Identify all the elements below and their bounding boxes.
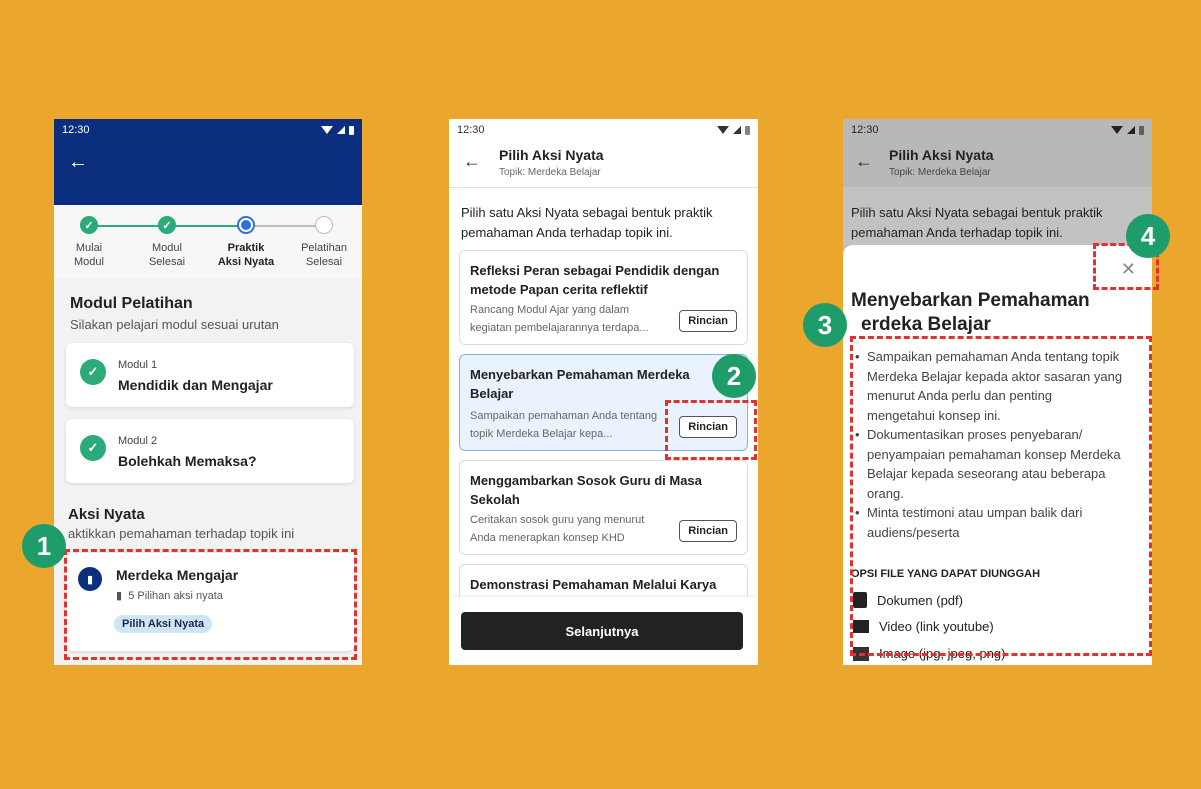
step-current-icon bbox=[237, 216, 255, 234]
module-title: Mendidik dan Mengajar bbox=[118, 377, 273, 393]
section-subtitle: Silakan pelajari modul sesuai urutan bbox=[70, 317, 279, 332]
highlight-box-2 bbox=[665, 400, 757, 460]
selanjutnya-button[interactable]: Selanjutnya bbox=[461, 612, 743, 650]
option-title: Menyebarkan Pemahaman Merdeka Belajar bbox=[470, 367, 690, 401]
step-done-icon: ✓ bbox=[158, 216, 176, 234]
module-done-icon: ✓ bbox=[80, 359, 106, 385]
option-title: Refleksi Peran sebagai Pendidik dengan m… bbox=[470, 263, 720, 297]
page-title: Pilih Aksi Nyata bbox=[499, 147, 604, 163]
option-desc: Rancang Modul Ajar yang dalam kegiatan p… bbox=[470, 304, 649, 334]
marker-2: 2 bbox=[712, 354, 756, 398]
option-title: Menggambarkan Sosok Guru di Masa Sekolah bbox=[470, 473, 702, 507]
step-label-2: Modul Selesai bbox=[148, 242, 186, 268]
module-done-icon: ✓ bbox=[80, 435, 106, 461]
option-desc: Ceritakan sosok guru yang menurut Anda m… bbox=[470, 514, 645, 544]
intro-text: Pilih satu Aksi Nyata sebagai bentuk pra… bbox=[461, 205, 713, 240]
rincian-button[interactable]: Rincian bbox=[679, 310, 737, 332]
status-bar: 12:30 bbox=[843, 119, 1152, 141]
module-card-1[interactable]: ✓ Modul 1 Mendidik dan Mengajar bbox=[66, 343, 354, 407]
back-arrow-icon[interactable]: ← bbox=[463, 151, 481, 172]
sheet-title-line2: erdeka Belajar bbox=[861, 314, 991, 335]
page-title: Pilih Aksi Nyata bbox=[889, 147, 994, 163]
module-title: Bolehkah Memaksa? bbox=[118, 453, 257, 469]
step-done-icon: ✓ bbox=[80, 216, 98, 234]
step-label-3: Praktik Aksi Nyata bbox=[217, 242, 275, 268]
section-title: Modul Pelatihan bbox=[70, 295, 193, 312]
page-subtitle: Topik: Merdeka Belajar bbox=[889, 167, 991, 178]
module-number: Modul 2 bbox=[118, 435, 158, 447]
app-header: 12:30 ← bbox=[54, 119, 362, 205]
intro-text: Pilih satu Aksi Nyata sebagai bentuk pra… bbox=[851, 205, 1103, 240]
signal-icon bbox=[733, 126, 741, 134]
status-time: 12:30 bbox=[62, 124, 90, 136]
wifi-icon bbox=[717, 126, 729, 134]
page-subtitle: Topik: Merdeka Belajar bbox=[499, 167, 601, 178]
module-card-2[interactable]: ✓ Modul 2 Bolehkah Memaksa? bbox=[66, 419, 354, 483]
bottom-bar: Selanjutnya bbox=[449, 597, 758, 665]
step-label-1: Mulai Modul bbox=[74, 242, 104, 268]
option-desc: Sampaikan pemahaman Anda tentang topik M… bbox=[470, 410, 658, 440]
sheet-title: Menyebarkan Pemahaman erdeka Belajar bbox=[851, 289, 1131, 337]
wifi-icon bbox=[1111, 126, 1123, 134]
status-bar: 12:30 bbox=[54, 119, 362, 141]
step-todo-icon bbox=[315, 216, 333, 234]
sheet-title-line1: Menyebarkan Pemahaman bbox=[851, 290, 1090, 311]
rincian-button[interactable]: Rincian bbox=[679, 520, 737, 542]
back-arrow-icon[interactable]: ← bbox=[68, 151, 88, 174]
module-number: Modul 1 bbox=[118, 359, 158, 371]
highlight-box-3 bbox=[850, 336, 1152, 656]
battery-icon bbox=[349, 125, 354, 135]
aksi-nyata-subtitle: aktikkan pemahaman terhadap topik ini bbox=[68, 526, 295, 541]
marker-4: 4 bbox=[1126, 214, 1170, 258]
screen-pilih-aksi-nyata: 12:30 ← Pilih Aksi Nyata Topik: Merdeka … bbox=[449, 119, 758, 665]
progress-stepper: ✓ ✓ Mulai Modul Modul Selesai Praktik Ak… bbox=[54, 205, 362, 279]
status-time: 12:30 bbox=[457, 124, 485, 136]
marker-3: 3 bbox=[803, 303, 847, 347]
aksi-option-1[interactable]: Refleksi Peran sebagai Pendidik dengan m… bbox=[459, 250, 748, 345]
wifi-icon bbox=[321, 126, 333, 134]
aksi-nyata-title: Aksi Nyata bbox=[68, 506, 145, 523]
aksi-option-3[interactable]: Menggambarkan Sosok Guru di Masa Sekolah… bbox=[459, 460, 748, 555]
signal-icon bbox=[337, 126, 345, 134]
back-arrow-icon[interactable]: ← bbox=[855, 151, 873, 172]
status-time: 12:30 bbox=[851, 124, 879, 136]
signal-icon bbox=[1127, 126, 1135, 134]
step-label-4: Pelatihan Selesai bbox=[301, 242, 347, 268]
battery-icon bbox=[1139, 125, 1144, 135]
option-title: Demonstrasi Pemahaman Melalui Karya bbox=[470, 577, 717, 592]
highlight-box-1 bbox=[64, 549, 357, 660]
status-bar: 12:30 bbox=[449, 119, 758, 141]
marker-1: 1 bbox=[22, 524, 66, 568]
battery-icon bbox=[745, 125, 750, 135]
